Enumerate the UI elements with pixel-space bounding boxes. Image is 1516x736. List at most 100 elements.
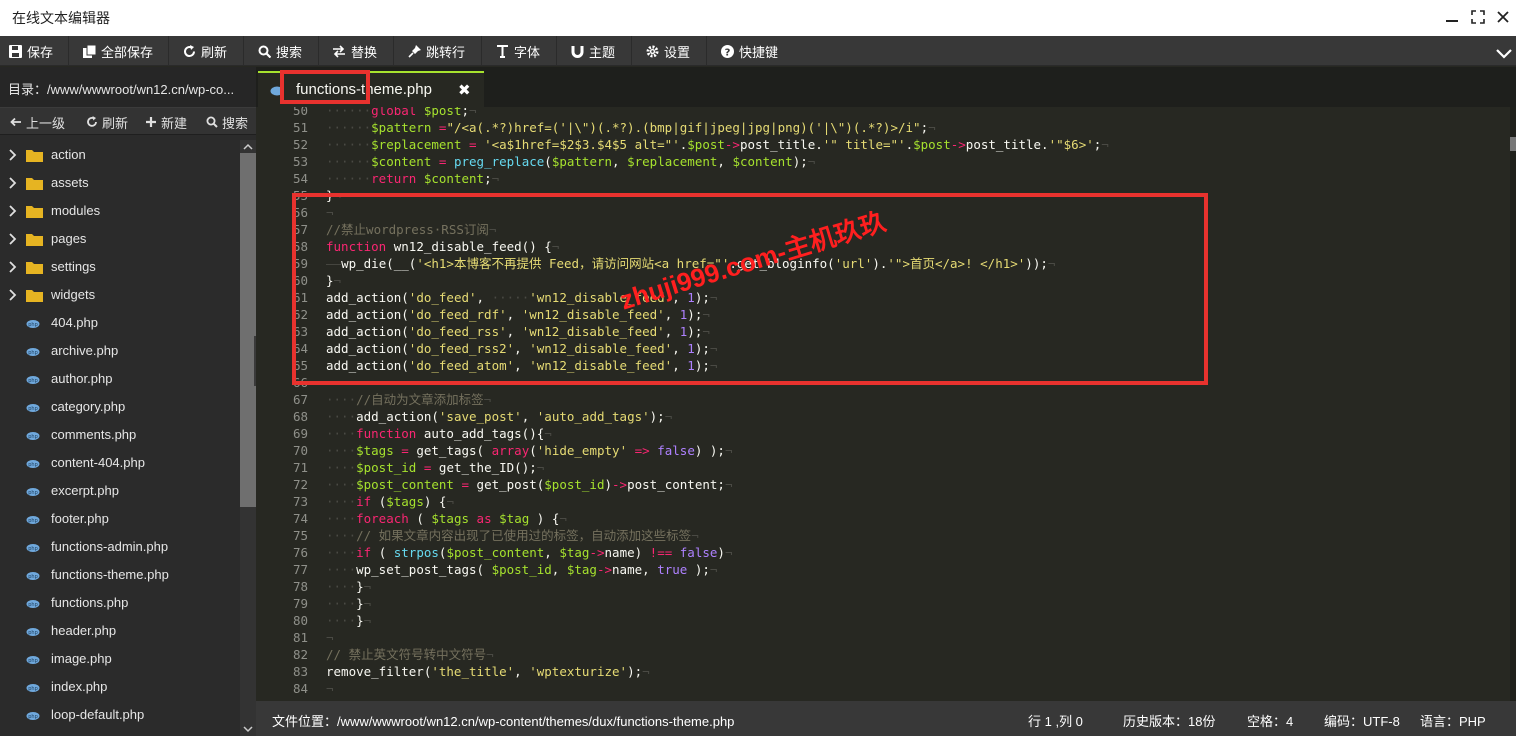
history-versions[interactable]: 历史版本：18份 <box>1123 711 1215 730</box>
search-icon <box>257 44 271 58</box>
minimize-icon[interactable] <box>1441 6 1463 28</box>
chevron-right-icon[interactable] <box>8 177 18 189</box>
go-up-button[interactable]: 上一级 <box>10 108 65 136</box>
file-item[interactable]: php author.php <box>0 365 240 393</box>
code-line[interactable]: ····// 如果文章内容出现了已使用过的标签，自动添加这些标签¬ <box>326 527 699 544</box>
line-number: 83 <box>292 664 308 679</box>
file-item[interactable]: php index.php <box>0 673 240 701</box>
file-item[interactable]: php footer.php <box>0 505 240 533</box>
code-line[interactable]: // 禁止英文符号转中文符号¬ <box>326 646 494 663</box>
file-item[interactable]: php functions.php <box>0 589 240 617</box>
new-file-button[interactable]: 新建 <box>145 108 187 136</box>
replace-button[interactable]: 替换 <box>332 36 377 66</box>
file-item[interactable]: php archive.php <box>0 337 240 365</box>
code-line[interactable]: ····if ($tags) {¬ <box>326 493 454 510</box>
encoding-setting[interactable]: 编码：UTF-8 <box>1324 711 1400 730</box>
file-item[interactable]: php category.php <box>0 393 240 421</box>
line-number: 71 <box>292 460 308 475</box>
file-item[interactable]: php header.php <box>0 617 240 645</box>
code-line[interactable]: ····$post_id = get_the_ID();¬ <box>326 459 544 476</box>
maximize-icon[interactable] <box>1467 6 1489 28</box>
file-item[interactable]: php functions-theme.php <box>0 561 240 589</box>
code-line[interactable]: ····function auto_add_tags(){¬ <box>326 425 552 442</box>
refresh-button[interactable]: 刷新 <box>182 36 227 66</box>
line-number: 52 <box>292 137 308 152</box>
code-line[interactable]: ····if ( strpos($post_content, $tag->nam… <box>326 544 732 561</box>
line-number: 51 <box>292 120 308 135</box>
chevron-right-icon[interactable] <box>8 149 18 161</box>
code-line[interactable]: ¬ <box>326 680 334 697</box>
code-line[interactable]: ····$tags = get_tags( array('hide_empty'… <box>326 442 733 459</box>
shortcuts-button[interactable]: ? 快捷键 <box>720 36 778 66</box>
file-name: category.php <box>51 399 126 414</box>
search-button[interactable]: 搜索 <box>257 36 302 66</box>
code-line[interactable]: ····}¬ <box>326 595 371 612</box>
code-line[interactable]: ······$content = preg_replace($pattern, … <box>326 153 815 170</box>
php-file-icon: php <box>26 684 40 692</box>
sidebar-scroll-thumb[interactable] <box>240 153 256 507</box>
file-item[interactable]: php image.php <box>0 645 240 673</box>
code-line[interactable]: ····//自动为文章添加标签¬ <box>326 391 491 408</box>
editor-scrollbar[interactable] <box>1510 107 1516 701</box>
file-item[interactable]: php loop-default.php <box>0 701 240 729</box>
chevron-right-icon[interactable] <box>8 261 18 273</box>
editor-scroll-thumb[interactable] <box>1510 137 1516 151</box>
file-item[interactable]: php excerpt.php <box>0 477 240 505</box>
copy-icon <box>82 44 96 58</box>
code-line[interactable]: ····foreach ( $tags as $tag ) {¬ <box>326 510 567 527</box>
file-name: header.php <box>51 623 117 638</box>
file-item[interactable]: php comments.php <box>0 421 240 449</box>
close-tab-icon[interactable]: ✖ <box>458 81 471 99</box>
theme-button[interactable]: 主题 <box>570 36 615 66</box>
folder-item[interactable]: modules <box>0 197 240 225</box>
file-name: footer.php <box>51 511 109 526</box>
file-item[interactable]: php 404.php <box>0 309 240 337</box>
chevron-right-icon[interactable] <box>8 233 18 245</box>
folder-name: action <box>51 147 86 162</box>
sidebar-search-button[interactable]: 搜索 <box>206 108 248 136</box>
code-line[interactable]: ····wp_set_post_tags( $post_id, $tag->na… <box>326 561 717 578</box>
folder-item[interactable]: pages <box>0 225 240 253</box>
folder-item[interactable]: settings <box>0 253 240 281</box>
scroll-up-icon[interactable] <box>240 140 256 154</box>
folder-item[interactable]: widgets <box>0 281 240 309</box>
code-line[interactable]: ······$replacement = '<a$1href=$2$3.$4$5… <box>326 136 1109 153</box>
code-line[interactable]: ····}¬ <box>326 612 371 629</box>
file-name: index.php <box>51 679 108 694</box>
code-line[interactable]: ······$pattern ="/<a(.*?)href=('|\")(.*?… <box>326 119 936 136</box>
save-all-button[interactable]: 全部保存 <box>82 36 153 66</box>
file-name: image.php <box>51 651 112 666</box>
file-name: author.php <box>51 371 113 386</box>
code-line[interactable]: ¬ <box>326 629 334 646</box>
code-line[interactable]: ····$post_content = get_post($post_id)->… <box>326 476 732 493</box>
folder-item[interactable]: action <box>0 141 240 169</box>
code-line[interactable]: ······global $post;¬ <box>326 107 477 119</box>
svg-text:php: php <box>28 686 38 692</box>
code-line[interactable]: remove_filter('the_title', 'wptexturize'… <box>326 663 650 680</box>
indent-setting[interactable]: 空格：4 <box>1247 711 1293 730</box>
language-setting[interactable]: 语言：PHP <box>1420 711 1486 730</box>
folder-item[interactable]: assets <box>0 169 240 197</box>
toolbar: 保存 全部保存 刷新 搜索 替换 跳转行 字体 主题 设置 ? 快捷键 <box>0 36 1516 66</box>
tab-highlight-box <box>280 70 370 104</box>
code-line[interactable]: ······return $content;¬ <box>326 170 499 187</box>
file-item[interactable]: php content-404.php <box>0 449 240 477</box>
sidebar-refresh-button[interactable]: 刷新 <box>86 108 128 136</box>
file-name: functions-theme.php <box>51 567 169 582</box>
chevron-right-icon[interactable] <box>8 205 18 217</box>
folder-icon <box>26 262 43 274</box>
settings-button[interactable]: 设置 <box>645 36 690 66</box>
goto-line-button[interactable]: 跳转行 <box>407 36 465 66</box>
file-item[interactable]: php functions-admin.php <box>0 533 240 561</box>
code-line[interactable]: ····}¬ <box>326 578 371 595</box>
close-icon[interactable] <box>1492 6 1514 28</box>
font-button[interactable]: 字体 <box>495 36 540 66</box>
line-number: 84 <box>292 681 308 696</box>
chevron-down-icon[interactable] <box>1494 44 1514 64</box>
code-line[interactable]: ····add_action('save_post', 'auto_add_ta… <box>326 408 672 425</box>
file-name: excerpt.php <box>51 483 119 498</box>
line-number: 70 <box>292 443 308 458</box>
save-button[interactable]: 保存 <box>8 36 53 66</box>
scroll-down-icon[interactable] <box>240 722 256 736</box>
chevron-right-icon[interactable] <box>8 289 18 301</box>
